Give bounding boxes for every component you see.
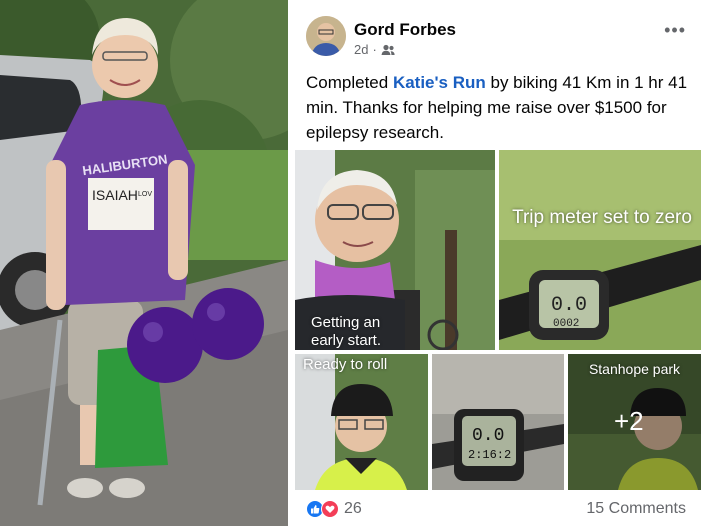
- photo-tile-meter-reading[interactable]: 0.0 2:16:2: [432, 354, 564, 490]
- love-reaction-icon: [321, 500, 339, 518]
- post-text: Completed Katie's Run by biking 41 Km in…: [306, 70, 694, 145]
- svg-text:0.0: 0.0: [551, 294, 587, 317]
- photo-tile-stanhope-park[interactable]: Stanhope park +2: [568, 354, 701, 490]
- post-time[interactable]: 2d: [354, 42, 368, 57]
- post-text-start: Completed: [306, 73, 393, 92]
- svg-text:0002: 0002: [553, 318, 579, 330]
- post-meta: 2d ·: [354, 42, 395, 57]
- photo-grid: Getting an early start. 0.0 0002 Trip me…: [295, 150, 701, 490]
- caption-stanhope-park: Stanhope park: [588, 361, 681, 377]
- bib-small-text: LOV: [138, 191, 152, 198]
- avatar[interactable]: [306, 16, 346, 56]
- bib-text: ISAIAH: [92, 187, 138, 203]
- facebook-post: Gord Forbes 2d · ••• Completed Katie's R…: [288, 0, 702, 526]
- photo-tile-ready[interactable]: Ready to roll: [295, 354, 428, 490]
- reaction-count: 26: [344, 500, 362, 517]
- caption-trip-meter: Trip meter set to zero: [512, 207, 692, 228]
- reactions-summary[interactable]: 26: [306, 500, 362, 518]
- post-header: Gord Forbes 2d · •••: [306, 16, 686, 64]
- event-link[interactable]: Katie's Run: [393, 73, 486, 92]
- left-photo: HALIBURTON ISAIAH LOV: [0, 0, 288, 526]
- photo-tile-selfie[interactable]: Getting an early start.: [295, 150, 495, 350]
- post-footer: 26 15 Comments: [306, 498, 686, 522]
- meta-separator: ·: [372, 42, 377, 57]
- svg-text:2:16:2: 2:16:2: [468, 448, 511, 462]
- more-photos-count[interactable]: +2: [614, 406, 644, 437]
- author-name[interactable]: Gord Forbes: [354, 20, 456, 40]
- svg-text:0.0: 0.0: [472, 426, 504, 446]
- comments-count[interactable]: 15 Comments: [586, 500, 686, 518]
- caption-getting-early-start: Getting an early start.: [311, 314, 382, 349]
- more-options-icon[interactable]: •••: [664, 20, 686, 41]
- photo-tile-trip-meter[interactable]: 0.0 0002 Trip meter set to zero: [499, 150, 701, 350]
- caption-ready-to-roll: Ready to roll: [303, 356, 388, 373]
- friends-icon: [381, 44, 395, 56]
